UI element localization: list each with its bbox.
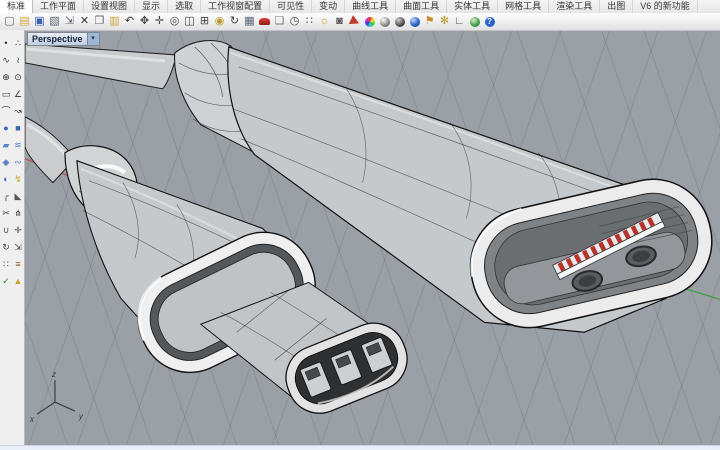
menu-tab[interactable]: 实体工具 — [447, 0, 498, 13]
menu-tab[interactable]: 工作视窗配置 — [201, 0, 270, 13]
surface-icon[interactable]: ▰ — [1, 139, 12, 152]
zoom-extents-icon[interactable]: ⊞ — [197, 14, 212, 29]
axis-gnomon — [37, 380, 75, 414]
check-icon[interactable]: ✓ — [1, 275, 12, 288]
zoom-selected-icon[interactable]: ◉ — [212, 14, 227, 29]
pan-icon[interactable]: ✥ — [137, 14, 152, 29]
viewport-3d-scene[interactable]: z x y — [25, 31, 720, 446]
tool-sidebar: •∴∿≀⊕⊙▭∠⌒↝●■▰≋◆∾◐↯╭◣✂⋔∪✛↻⇲∷≡✓▲ — [0, 30, 25, 446]
chamfer-icon[interactable]: ◣ — [13, 190, 24, 203]
trim-icon[interactable]: ✂ — [1, 207, 12, 220]
curve-icon[interactable]: ∿ — [1, 54, 12, 67]
svg-text:x: x — [29, 415, 35, 424]
layers-icon[interactable]: ≡ — [13, 258, 24, 271]
loft-icon[interactable]: ≋ — [13, 139, 24, 152]
rotate-icon[interactable]: ↻ — [1, 241, 12, 254]
viewport-title[interactable]: Perspective — [28, 33, 87, 45]
array-icon[interactable]: ∷ — [1, 258, 12, 271]
svg-text:z: z — [51, 370, 56, 379]
join-icon[interactable]: ∪ — [1, 224, 12, 237]
circle-icon[interactable]: ⊕ — [1, 71, 12, 84]
menu-tab[interactable]: 渲染工具 — [549, 0, 600, 13]
y-axis-line — [684, 288, 720, 299]
extrude-icon[interactable]: ◆ — [1, 156, 12, 169]
curve-tools-icon[interactable]: ↝ — [13, 105, 24, 118]
open-file-icon[interactable]: ▤ — [17, 14, 32, 29]
new-file-icon[interactable]: ▢ — [2, 14, 17, 29]
named-view-icon[interactable]: ∷ — [302, 14, 317, 29]
fillet-icon[interactable]: ╭ — [1, 190, 12, 203]
status-bar — [0, 445, 720, 450]
menu-tab[interactable]: 出图 — [600, 0, 633, 13]
delete-icon[interactable]: ✕ — [77, 14, 92, 29]
paste-icon[interactable]: ▥ — [107, 14, 122, 29]
viewport-menu-dropdown-icon[interactable]: ▾ — [87, 33, 99, 45]
copy-icon[interactable]: ❐ — [92, 14, 107, 29]
dimension-icon[interactable]: ∟ — [452, 14, 467, 29]
lock-icon[interactable]: ◙ — [332, 14, 347, 29]
save-icon[interactable]: ▣ — [32, 14, 47, 29]
render-preview-icon[interactable]: ❏ — [272, 14, 287, 29]
menu-tab[interactable]: 可见性 — [270, 0, 312, 13]
pointcloud-icon[interactable]: ∴ — [13, 37, 24, 50]
menu-tab-bar: 标准工作平面设置视图显示选取工作视窗配置可见性变动曲线工具曲面工具实体工具网格工… — [0, 0, 720, 14]
rendered-sphere-icon[interactable] — [392, 14, 407, 29]
menu-tab[interactable]: V6 的新功能 — [633, 0, 698, 13]
rhino-application-window: 标准工作平面设置视图显示选取工作视窗配置可见性变动曲线工具曲面工具实体工具网格工… — [0, 0, 720, 450]
sphere-icon[interactable]: ● — [1, 122, 12, 135]
shaded-sphere-icon[interactable] — [377, 14, 392, 29]
move-icon[interactable]: ✛ — [152, 14, 167, 29]
gear-settings-icon[interactable]: ✻ — [437, 14, 452, 29]
raytraced-sphere-icon[interactable] — [407, 14, 422, 29]
menu-tab[interactable]: 网格工具 — [498, 0, 549, 13]
viewport-tab-perspective[interactable]: Perspective ▾ — [27, 32, 100, 46]
split-icon[interactable]: ⋔ — [13, 207, 24, 220]
menu-tab[interactable]: 工作平面 — [33, 0, 84, 13]
rotate-view-icon[interactable]: ↻ — [227, 14, 242, 29]
rectangle-icon[interactable]: ▭ — [1, 88, 12, 101]
help-icon[interactable]: ? — [482, 14, 497, 29]
material-flag-icon[interactable]: ⚑ — [422, 14, 437, 29]
menu-tab[interactable]: 变动 — [312, 0, 345, 13]
viewport-layout-icon[interactable]: ▦ — [242, 14, 257, 29]
box-icon[interactable]: ■ — [13, 122, 24, 135]
menu-tab[interactable]: 曲面工具 — [396, 0, 447, 13]
scale-icon[interactable]: ⇲ — [13, 241, 24, 254]
zoom-window-icon[interactable]: ◫ — [182, 14, 197, 29]
sweep-icon[interactable]: ∾ — [13, 156, 24, 169]
svg-text:y: y — [78, 412, 84, 421]
print-icon[interactable]: ▧ — [47, 14, 62, 29]
point-icon[interactable]: • — [1, 37, 12, 50]
polyline-icon[interactable]: ∠ — [13, 88, 24, 101]
move-icon[interactable]: ✛ — [13, 224, 24, 237]
history-icon[interactable]: ◷ — [287, 14, 302, 29]
axis-gnomon-labels: z x y — [29, 370, 84, 424]
main-toolbar: ▢▤▣▧⇲✕❐▥↶✥✛◎◫⊞◉↻▦ ❏◷∷☼◙ ⚑✻∟? — [0, 13, 720, 31]
earth-icon[interactable] — [467, 14, 482, 29]
ellipse-icon[interactable]: ⊙ — [13, 71, 24, 84]
arc-icon[interactable]: ⌒ — [1, 105, 12, 118]
menu-tab[interactable]: 选取 — [168, 0, 201, 13]
boolean-icon[interactable]: ◐ — [1, 173, 12, 186]
shaded-mode-icon[interactable] — [347, 14, 362, 29]
explode-icon[interactable]: ↯ — [13, 173, 24, 186]
cone-icon[interactable]: ▲ — [13, 275, 24, 288]
menu-tab[interactable]: 标准 — [0, 0, 33, 13]
color-wheel-icon[interactable] — [362, 14, 377, 29]
undo-icon[interactable]: ↶ — [122, 14, 137, 29]
menu-tab[interactable]: 曲线工具 — [345, 0, 396, 13]
perspective-viewport[interactable]: z x y Perspective ▾ — [25, 31, 720, 446]
light-icon[interactable]: ☼ — [317, 14, 332, 29]
zoom-dynamic-icon[interactable]: ◎ — [167, 14, 182, 29]
export-icon[interactable]: ⇲ — [62, 14, 77, 29]
render-icon[interactable] — [257, 14, 272, 29]
control-point-curve-icon[interactable]: ≀ — [13, 54, 24, 67]
menu-tab[interactable]: 显示 — [135, 0, 168, 13]
menu-tab[interactable]: 设置视图 — [84, 0, 135, 13]
